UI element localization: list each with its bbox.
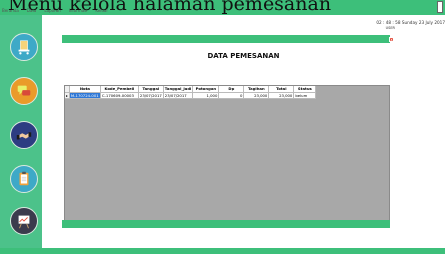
- nav-button-cart[interactable]: [10, 33, 38, 61]
- close-icon: x: [390, 36, 393, 42]
- handshake-icon: [16, 132, 32, 140]
- footer-green-bar: [62, 220, 390, 228]
- cell-potongan[interactable]: 1,000: [192, 92, 220, 99]
- bottom-bar: [0, 248, 445, 254]
- chat-icon: [17, 85, 31, 96]
- cell-dp[interactable]: 0: [218, 92, 245, 99]
- close-button[interactable]: x: [389, 37, 394, 42]
- nav-button-clipboard[interactable]: [10, 165, 38, 193]
- clock-readout: 02 : 48 : 58 Sunday 23 July 2017: [376, 20, 445, 25]
- cart-icon: [18, 40, 30, 55]
- col-header-tanggal-jadi[interactable]: Tanggal_Jadi: [163, 86, 194, 93]
- chart-easel-icon: [18, 215, 30, 229]
- cell-tanggal[interactable]: 23/07/2017: [138, 92, 164, 99]
- main-panel: 02 : 48 : 58 Sunday 23 July 2017 USER x …: [42, 15, 445, 248]
- window-corner-box: [437, 1, 443, 13]
- nav-button-handshake[interactable]: [10, 121, 38, 149]
- header-green-bar: [62, 35, 390, 43]
- nav-button-report[interactable]: [10, 207, 38, 235]
- cell-status[interactable]: belum: [293, 92, 317, 99]
- nav-button-chat[interactable]: [10, 77, 38, 105]
- caption: Menu kelola halaman pemesanan: [8, 0, 332, 15]
- data-grid[interactable]: Nota Kode_Pembeli Tanggal Tanggal_Jadi P…: [64, 85, 390, 222]
- cell-tanggal-jadi[interactable]: 23/07/2017: [163, 92, 194, 99]
- orders-table: Nota Kode_Pembeli Tanggal Tanggal_Jadi P…: [65, 86, 317, 99]
- user-label: USER: [385, 26, 395, 30]
- col-header-kode-pembeli[interactable]: Kode_Pembeli: [100, 86, 139, 93]
- page-title: DATA PEMESANAN: [207, 52, 280, 60]
- sidebar: [0, 15, 42, 248]
- cell-nota[interactable]: M-170724-001: [69, 92, 101, 99]
- table-row[interactable]: ▸ M-170724-001 C-170609-00003 23/07/2017…: [65, 92, 317, 99]
- cell-kode-pembeli[interactable]: C-170609-00003: [100, 92, 139, 99]
- clipboard-icon: [19, 171, 29, 186]
- cell-total[interactable]: 23,000: [268, 92, 295, 99]
- col-header-potongan[interactable]: Potongan: [192, 86, 220, 93]
- cell-tagihan[interactable]: 23,000: [243, 92, 270, 99]
